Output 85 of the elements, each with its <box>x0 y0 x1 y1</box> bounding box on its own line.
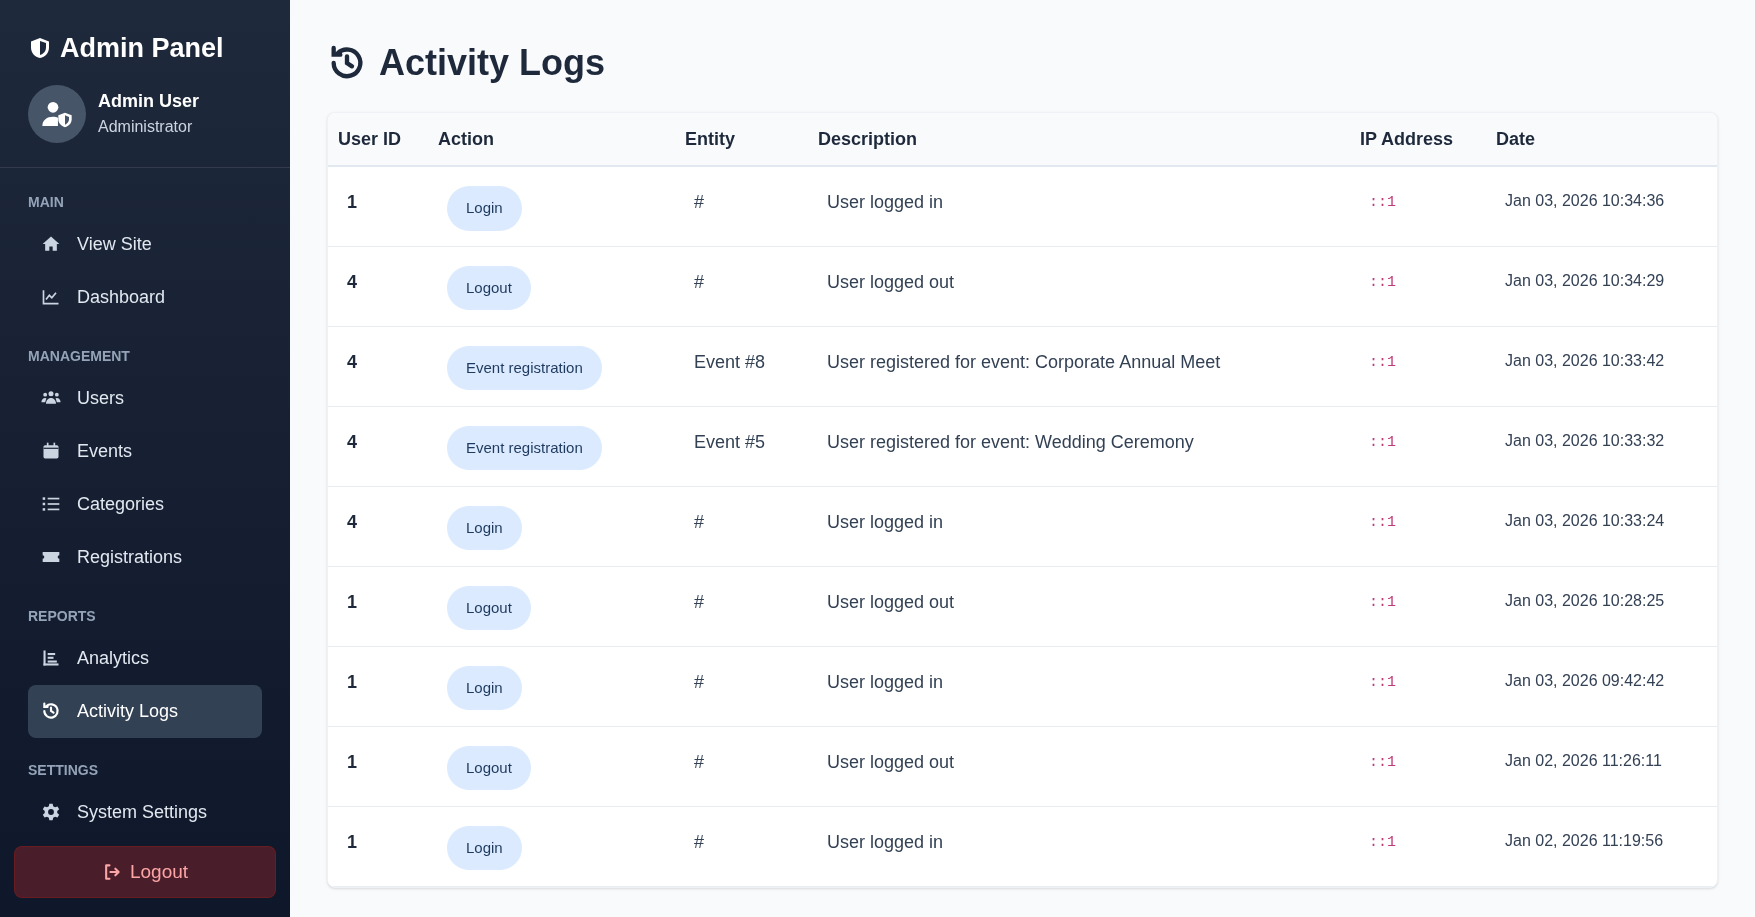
user-id: 1 <box>347 591 357 612</box>
action-badge: Login <box>447 825 522 870</box>
entity: Event #8 <box>694 351 766 372</box>
action-badge: Logout <box>447 585 531 630</box>
ip-address: ::1 <box>1369 833 1396 851</box>
ip-address: ::1 <box>1369 513 1396 531</box>
entity: # <box>694 831 704 852</box>
column-header: Entity <box>675 113 808 166</box>
user-id: 1 <box>347 751 357 772</box>
list-icon <box>41 494 61 514</box>
brand-title: Admin Panel <box>60 32 224 65</box>
ip-address: ::1 <box>1369 753 1396 771</box>
nav-item[interactable]: System Settings <box>28 785 262 839</box>
action-badge: Event registration <box>447 345 602 390</box>
date: Jan 02, 2026 11:26:11 <box>1505 751 1662 769</box>
date: Jan 03, 2026 09:42:42 <box>1505 671 1665 689</box>
column-header: Date <box>1486 113 1717 166</box>
nav-item[interactable]: Categories <box>28 477 262 531</box>
entity: # <box>694 591 704 612</box>
ip-address: ::1 <box>1369 353 1396 371</box>
ip-address: ::1 <box>1369 433 1396 451</box>
entity: # <box>694 671 704 692</box>
date: Jan 03, 2026 10:33:42 <box>1505 351 1665 369</box>
description: User logged in <box>827 831 944 852</box>
ip-address: ::1 <box>1369 273 1396 291</box>
description: User logged out <box>827 271 955 292</box>
user-id: 4 <box>347 511 357 532</box>
date: Jan 03, 2026 10:28:25 <box>1505 591 1665 609</box>
date: Jan 03, 2026 10:33:32 <box>1505 431 1665 449</box>
nav-item[interactable]: View Site <box>28 217 262 271</box>
entity: # <box>694 511 704 532</box>
column-header: Action <box>428 113 675 166</box>
column-header: User ID <box>328 113 428 166</box>
history-icon <box>41 701 61 721</box>
nav-item[interactable]: Dashboard <box>28 270 262 324</box>
section-heading: SETTINGS <box>28 760 99 780</box>
user-id: 1 <box>347 192 357 212</box>
action-badge: Logout <box>447 265 531 310</box>
column-header: IP Address <box>1350 113 1486 166</box>
gear-icon <box>41 802 61 822</box>
calendar-icon <box>41 441 61 461</box>
logout-button[interactable]: Logout <box>14 846 276 898</box>
nav-item[interactable]: Registrations <box>28 530 262 584</box>
user-id: 4 <box>347 431 357 452</box>
action-badge: Logout <box>447 745 531 790</box>
date: Jan 03, 2026 10:34:36 <box>1505 192 1665 209</box>
entity: # <box>694 271 704 292</box>
user-id: 1 <box>347 671 357 692</box>
action-badge: Event registration <box>447 425 602 470</box>
user-id: 4 <box>347 271 357 292</box>
column-header: Description <box>808 113 1350 166</box>
ip-address: ::1 <box>1369 194 1396 211</box>
section-heading: MANAGEMENT <box>28 346 131 366</box>
date: Jan 02, 2026 11:19:56 <box>1505 831 1664 849</box>
date: Jan 03, 2026 10:34:29 <box>1505 271 1665 289</box>
description: User registered for event: Wedding Ceremony <box>827 431 1194 452</box>
section-heading: REPORTS <box>28 606 97 626</box>
chart-bar-icon <box>41 648 61 668</box>
description: User logged in <box>827 192 944 212</box>
nav-item[interactable]: Activity Logs <box>28 684 262 738</box>
description: User logged out <box>827 591 955 612</box>
user-name: Admin User <box>98 90 200 113</box>
action-badge: Login <box>447 665 522 710</box>
entity: Event #5 <box>694 431 766 452</box>
chart-line-icon <box>41 287 61 307</box>
page-title: Activity Logs <box>379 41 606 85</box>
action-badge: Login <box>447 505 522 550</box>
description: User logged out <box>827 751 955 772</box>
entity: # <box>694 751 704 772</box>
nav-item[interactable]: Events <box>28 424 262 478</box>
user-id: 4 <box>347 351 357 372</box>
description: User registered for event: Corporate Annual Meet <box>827 351 1221 372</box>
ip-address: ::1 <box>1369 673 1396 691</box>
nav-item[interactable]: Users <box>28 371 262 425</box>
entity: # <box>694 192 704 212</box>
description: User logged in <box>827 671 944 692</box>
home-icon <box>41 234 61 254</box>
nav-item[interactable]: Analytics <box>28 631 262 685</box>
ip-address: ::1 <box>1369 593 1396 611</box>
description: User logged in <box>827 511 944 532</box>
section-heading: MAIN <box>28 192 65 212</box>
user-id: 1 <box>347 831 357 852</box>
action-badge: Login <box>447 186 522 231</box>
date: Jan 03, 2026 10:33:24 <box>1505 511 1665 529</box>
user-role: Administrator <box>98 117 194 137</box>
